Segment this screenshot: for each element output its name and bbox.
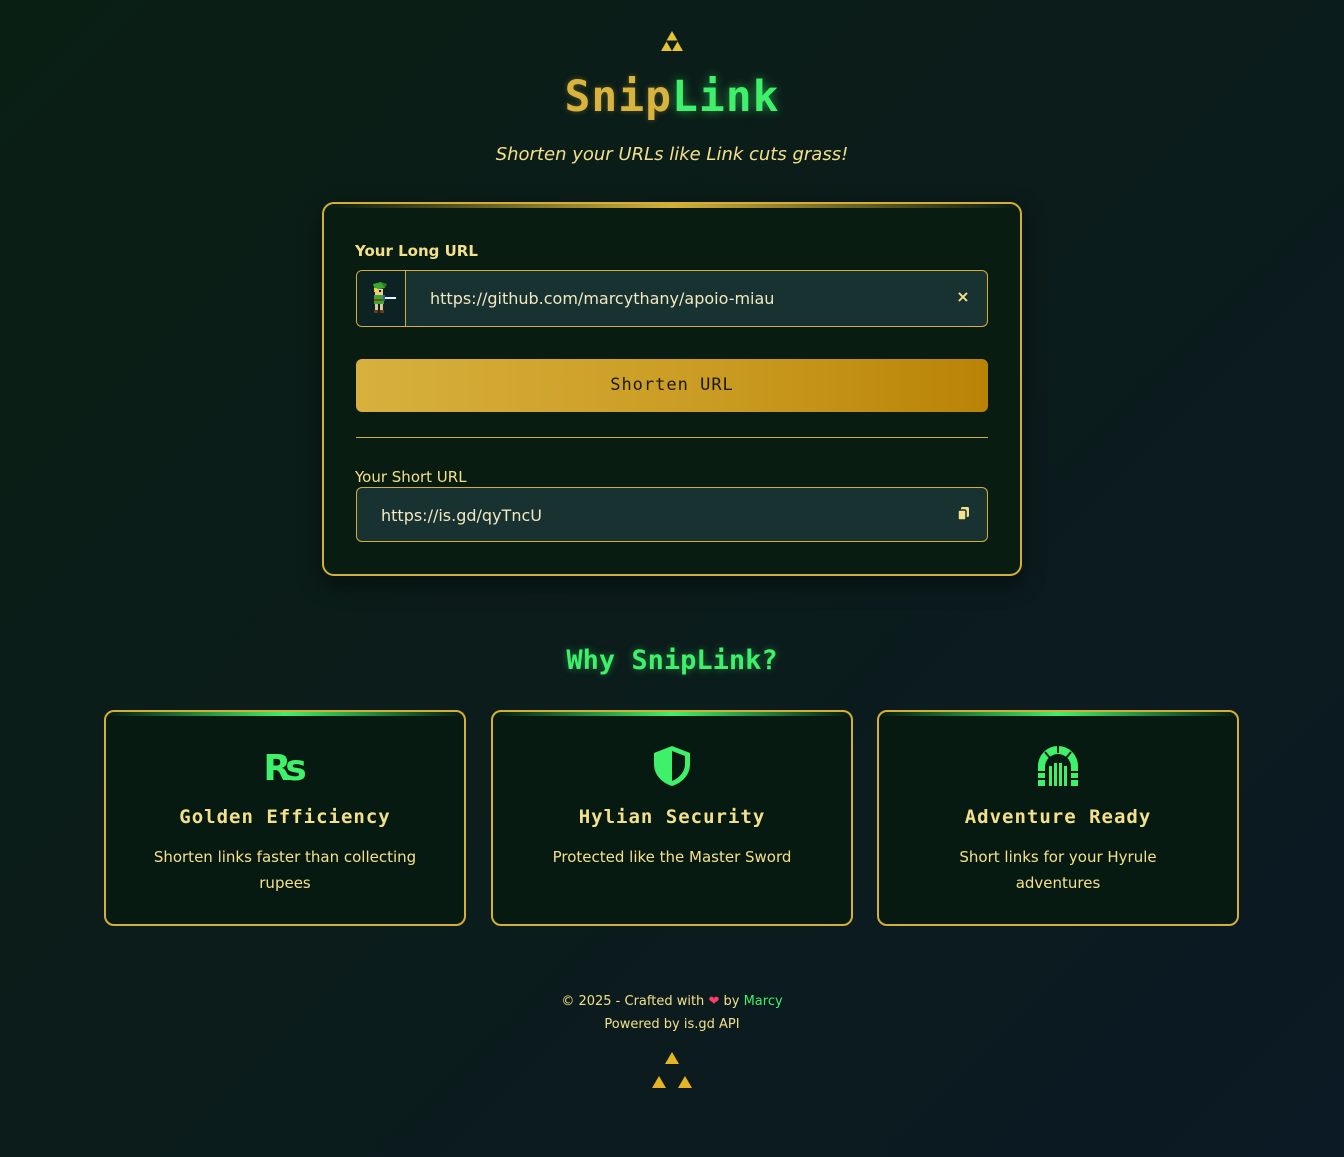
feature-description: Short links for your Hyrule adventures [959, 848, 1157, 892]
shorten-button[interactable]: Shorten URL [356, 359, 988, 412]
copy-icon[interactable] [957, 506, 971, 522]
brand-title: SnipLink [0, 72, 1344, 122]
long-url-input[interactable]: https://github.com/marcythany/apoio-miau [430, 289, 774, 308]
triforce-icon [660, 30, 684, 52]
why-title: Why SnipLink? [566, 645, 778, 676]
short-url-field: https://is.gd/qyTncU [356, 487, 988, 542]
footer-credits: © 2025 - Crafted with ❤ by Marcy [0, 994, 1344, 1009]
feature-card-efficiency: ₨ Golden Efficiency Shorten links faster… [104, 710, 466, 926]
feature-card-security: Hylian Security Protected like the Maste… [491, 710, 853, 926]
powered-by-text: Powered by is.gd API [604, 1017, 740, 1032]
feature-title: Hylian Security [578, 806, 766, 828]
by-text: by [723, 994, 740, 1009]
link-sprite-icon [357, 271, 406, 326]
brand-part-snip: Snip [564, 72, 672, 122]
short-url-output[interactable]: https://is.gd/qyTncU [381, 506, 542, 525]
feature-title: Golden Efficiency [179, 806, 391, 828]
short-url-label: Your Short URL [355, 468, 467, 486]
feature-description: Shorten links faster than collecting rup… [153, 848, 417, 892]
long-url-label: Your Long URL [355, 242, 478, 260]
long-url-field[interactable]: https://github.com/marcythany/apoio-miau… [356, 270, 988, 327]
feature-title: Adventure Ready [964, 806, 1152, 828]
tagline: Shorten your URLs like Link cuts grass! [495, 144, 849, 165]
page: SnipLink Shorten your URLs like Link cut… [0, 0, 1344, 1157]
svg-text:₨: ₨ [263, 748, 306, 788]
clear-button[interactable]: × [953, 287, 973, 307]
feature-card-adventure: Adventure Ready Short links for your Hyr… [877, 710, 1239, 926]
heart-icon: ❤ [708, 994, 720, 1009]
rupee-icon: ₨ [106, 744, 464, 788]
dungeon-door-icon [879, 744, 1237, 788]
divider [356, 437, 988, 438]
brand-part-link: Link [672, 72, 780, 122]
feature-description: Protected like the Master Sword [552, 848, 792, 866]
shortener-card: Your Long URL https://github.com/marcyth… [322, 202, 1022, 576]
copyright-text: © 2025 - Crafted with [561, 994, 705, 1009]
shield-icon [493, 744, 851, 788]
author-link[interactable]: Marcy [744, 994, 783, 1009]
triforce-icon [648, 1050, 696, 1092]
